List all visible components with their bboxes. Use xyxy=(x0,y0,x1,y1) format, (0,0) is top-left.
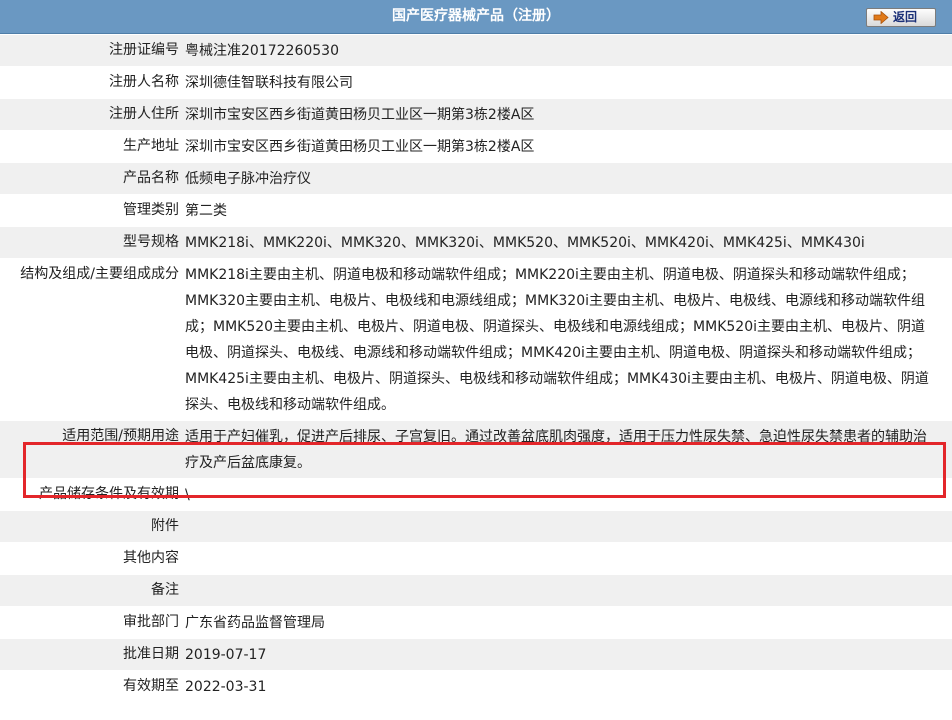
field-label: 生产地址 xyxy=(123,138,179,154)
field-row-attachments: 附件 xyxy=(0,511,952,543)
field-value: MMK218i主要由主机、阴道电极和移动端软件组成；MMK220i主要由主机、阴… xyxy=(185,267,929,413)
field-row-registration-number: 注册证编号 粤械注准20172260530 xyxy=(0,35,952,67)
field-row-other-content: 其他内容 xyxy=(0,543,952,575)
field-row-product-name: 产品名称 低频电子脉冲治疗仪 xyxy=(0,163,952,195)
field-row-approval-date: 批准日期 2019-07-17 xyxy=(0,639,952,671)
field-value: 深圳市宝安区西乡街道黄田杨贝工业区一期第3栋2楼A区 xyxy=(185,107,535,123)
field-label: 其他内容 xyxy=(123,550,179,566)
field-label: 结构及组成/主要组成成分 xyxy=(20,266,179,282)
field-value xyxy=(185,511,937,542)
field-label: 批准日期 xyxy=(123,646,179,662)
field-label: 管理类别 xyxy=(123,202,179,218)
field-value: 深圳市宝安区西乡街道黄田杨贝工业区一期第3栋2楼A区 xyxy=(185,139,535,155)
field-label: 产品名称 xyxy=(123,170,179,186)
field-value: MMK218i、MMK220i、MMK320、MMK320i、MMK520、MM… xyxy=(185,235,865,251)
field-label: 产品储存条件及有效期 xyxy=(39,486,179,502)
detail-table: 注册证编号 粤械注准20172260530 注册人名称 深圳德佳智联科技有限公司… xyxy=(0,35,952,703)
field-label: 审批部门 xyxy=(123,614,179,630)
page-title: 国产医疗器械产品（注册） xyxy=(392,8,560,24)
field-value xyxy=(185,543,937,574)
field-label: 附件 xyxy=(151,518,179,534)
field-row-storage-validity: 产品储存条件及有效期 \ xyxy=(0,479,952,511)
field-label: 型号规格 xyxy=(123,234,179,250)
field-value: 2019-07-17 xyxy=(185,647,267,663)
page-header: 国产医疗器械产品（注册） 返回 xyxy=(0,0,952,34)
field-row-management-category: 管理类别 第二类 xyxy=(0,195,952,227)
field-value: 粤械注准20172260530 xyxy=(185,43,339,59)
field-row-intended-use: 适用范围/预期用途 适用于产妇催乳，促进产后排尿、子宫复旧。通过改善盆底肌肉强度… xyxy=(0,421,952,479)
field-value: 低频电子脉冲治疗仪 xyxy=(185,171,311,187)
field-label: 适用范围/预期用途 xyxy=(62,428,179,444)
field-row-registrant-address: 注册人住所 深圳市宝安区西乡街道黄田杨贝工业区一期第3栋2楼A区 xyxy=(0,99,952,131)
field-label: 注册证编号 xyxy=(109,42,179,58)
field-row-valid-until: 有效期至 2022-03-31 xyxy=(0,671,952,703)
field-value: 2022-03-31 xyxy=(185,679,267,695)
field-row-structure-composition: 结构及组成/主要组成成分 MMK218i主要由主机、阴道电极和移动端软件组成；M… xyxy=(0,259,952,421)
field-label: 备注 xyxy=(151,582,179,598)
field-label: 有效期至 xyxy=(123,678,179,694)
field-value: 适用于产妇催乳，促进产后排尿、子宫复旧。通过改善盆底肌肉强度，适用于压力性尿失禁… xyxy=(185,429,927,471)
field-row-approval-department: 审批部门 广东省药品监督管理局 xyxy=(0,607,952,639)
field-row-production-address: 生产地址 深圳市宝安区西乡街道黄田杨贝工业区一期第3栋2楼A区 xyxy=(0,131,952,163)
field-row-remarks: 备注 xyxy=(0,575,952,607)
field-value: 广东省药品监督管理局 xyxy=(185,615,325,631)
field-label: 注册人住所 xyxy=(109,106,179,122)
back-button-label: 返回 xyxy=(893,10,918,24)
arrow-right-icon xyxy=(873,11,889,24)
field-value: 深圳德佳智联科技有限公司 xyxy=(185,75,353,91)
field-row-registrant-name: 注册人名称 深圳德佳智联科技有限公司 xyxy=(0,67,952,99)
field-value: 第二类 xyxy=(185,203,227,219)
field-label: 注册人名称 xyxy=(109,74,179,90)
field-row-model-spec: 型号规格 MMK218i、MMK220i、MMK320、MMK320i、MMK5… xyxy=(0,227,952,259)
field-value xyxy=(185,575,937,606)
field-value: \ xyxy=(185,487,190,503)
back-button[interactable]: 返回 xyxy=(866,8,936,27)
